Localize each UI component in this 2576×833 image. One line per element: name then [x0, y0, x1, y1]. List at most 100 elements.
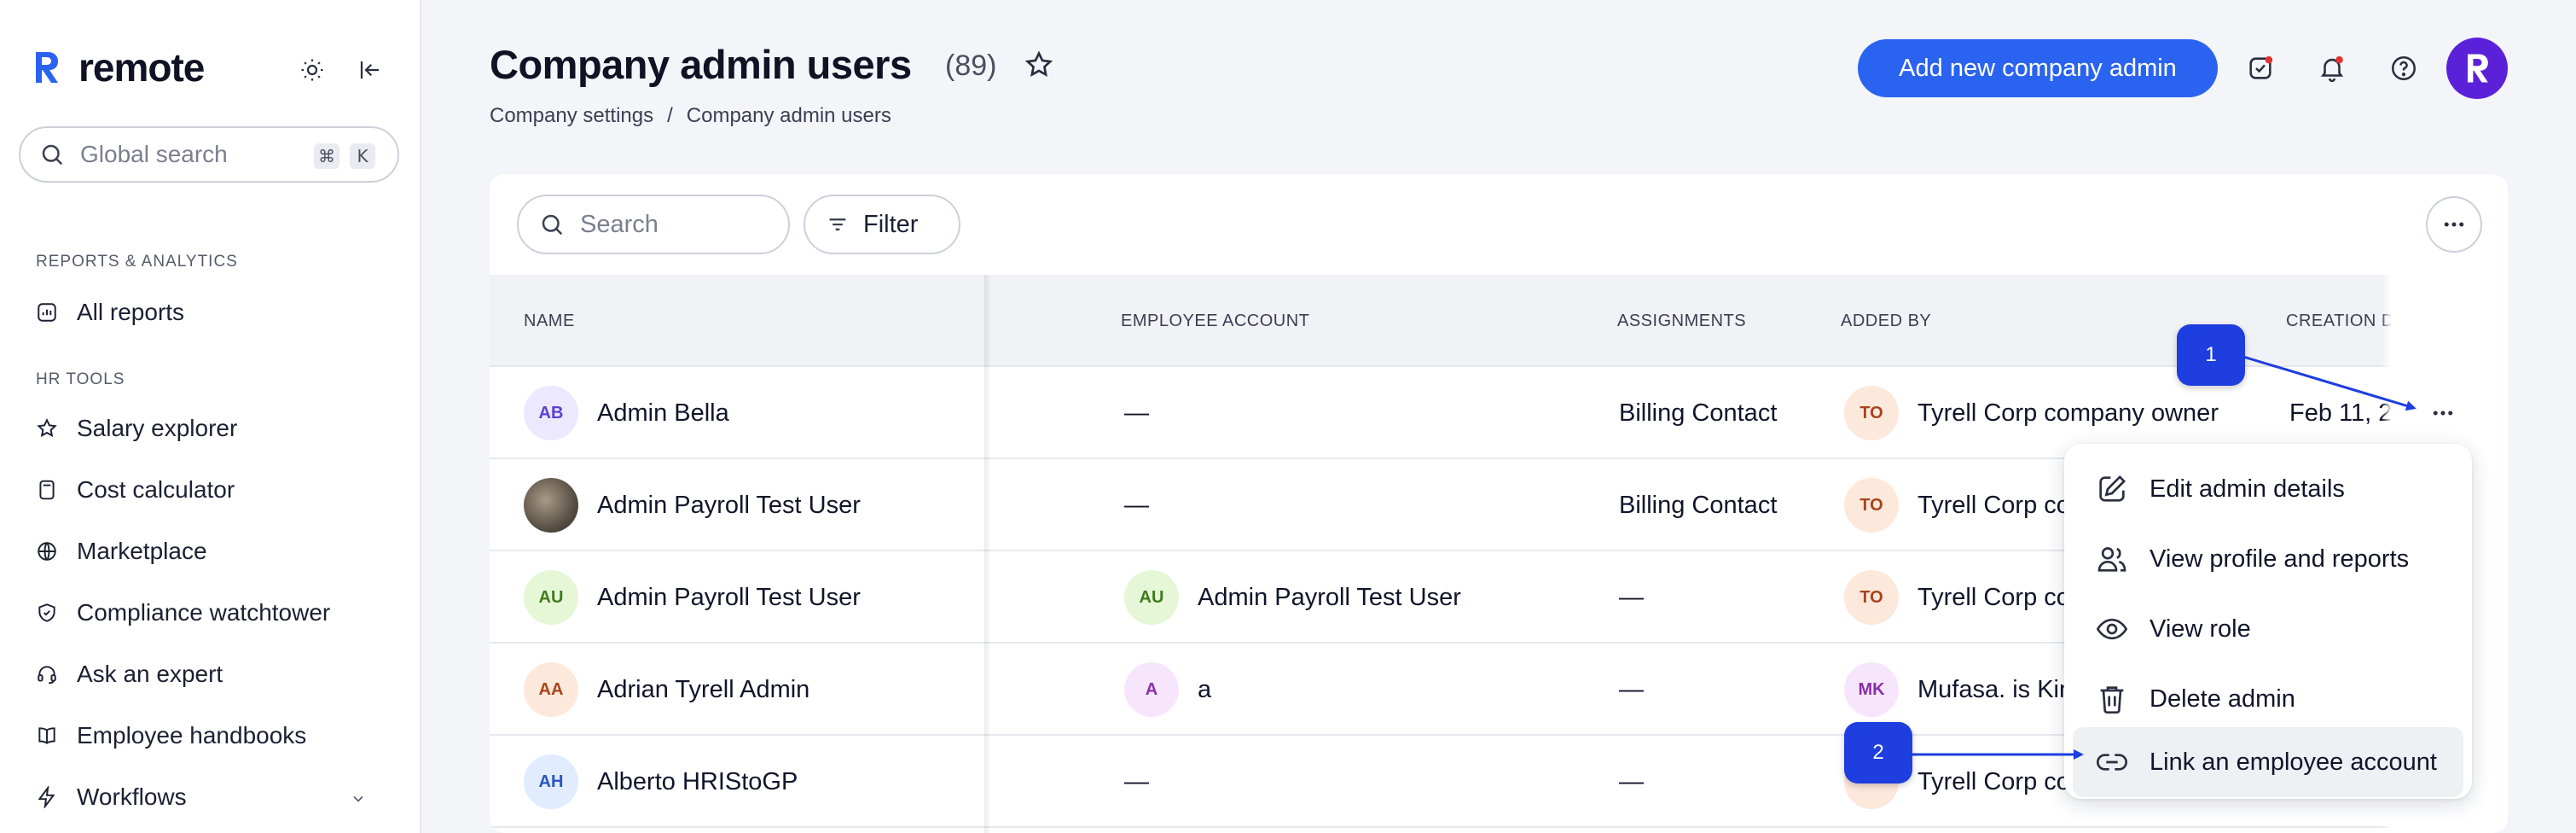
employee-account-name[interactable]: a — [1198, 676, 1211, 704]
table-search-input[interactable]: Search — [517, 195, 790, 254]
sun-icon — [301, 59, 323, 81]
search-icon — [42, 144, 63, 166]
filter-icon — [829, 218, 846, 230]
employee-account-cell: A a — [1124, 644, 1211, 736]
added-by-cell: TO Tyrell Corp co — [1844, 551, 2070, 644]
avatar-photo — [524, 478, 578, 533]
global-search-input[interactable]: Global search ⌘ K — [19, 126, 399, 183]
admin-name[interactable]: Adrian Tyrell Admin — [597, 676, 809, 704]
logo[interactable]: remote — [31, 44, 205, 90]
row-actions-menu: Edit admin details View profile and repo… — [2064, 444, 2472, 799]
employee-account-name[interactable]: Admin Payroll Test User — [1198, 584, 1461, 612]
nav-label: All reports — [77, 299, 185, 325]
employee-account-cell: — — [1124, 491, 1149, 519]
column-header-name[interactable]: NAME — [524, 312, 575, 331]
added-by-name: Tyrell Corp co — [1917, 491, 2070, 519]
nav-label: Workflows — [77, 783, 187, 810]
avatar: TO — [1844, 478, 1899, 533]
remote-logo-icon — [31, 47, 61, 88]
breadcrumb-company-settings[interactable]: Company settings — [490, 104, 653, 128]
calculator-icon — [39, 480, 55, 500]
menu-item-link-employee-account[interactable]: Link an employee account — [2073, 727, 2463, 797]
assignments-cell: Billing Contact — [1619, 491, 1778, 519]
nav-item-workflows[interactable]: Workflows — [36, 777, 394, 818]
tasks-icon — [2249, 55, 2273, 79]
nav-label: Marketplace — [77, 538, 207, 564]
name-cell: AH Alberto HRIStoGP — [524, 736, 798, 828]
reports-icon — [38, 303, 56, 322]
annotation-callout-2: 2 — [1844, 722, 1912, 783]
users-icon — [2097, 547, 2126, 572]
menu-item-view-profile-and-reports[interactable]: View profile and reports — [2073, 524, 2463, 594]
table-search-placeholder: Search — [580, 210, 659, 238]
employee-account-cell: — — [1124, 399, 1149, 427]
menu-item-edit-admin-details[interactable]: Edit admin details — [2073, 454, 2463, 524]
added-by-cell: TO Tyrell Corp co — [1844, 459, 2070, 551]
favorite-button[interactable] — [1024, 50, 1054, 84]
logo-text: remote — [78, 45, 205, 90]
nav-item-salary-explorer[interactable]: Salary explorer — [36, 408, 237, 449]
nav-label: Employee handbooks — [77, 722, 307, 749]
sticky-column-shadow — [984, 275, 991, 833]
avatar: AB — [524, 386, 578, 440]
menu-item-label: Edit admin details — [2150, 475, 2345, 503]
admin-name[interactable]: Admin Payroll Test User — [597, 584, 861, 612]
nav-item-marketplace[interactable]: Marketplace — [36, 531, 207, 572]
lightning-icon — [38, 786, 55, 808]
employee-account-cell: — — [1124, 767, 1149, 795]
bell-icon — [2320, 55, 2344, 83]
column-header-assignments[interactable]: ASSIGNMENTS — [1617, 312, 1746, 331]
eye-icon — [2096, 618, 2128, 640]
menu-item-label: Delete admin — [2150, 684, 2295, 713]
link-icon — [2097, 754, 2127, 771]
assignments-cell: — — [1619, 675, 1644, 703]
avatar: TO — [1844, 386, 1899, 440]
avatar: A — [1124, 662, 1179, 717]
theme-toggle-button[interactable] — [295, 53, 329, 87]
avatar: TO — [1844, 570, 1899, 625]
chevron-down-icon[interactable] — [350, 790, 367, 807]
assignments-cell: Billing Contact — [1619, 399, 1778, 427]
more-horizontal-icon — [2433, 411, 2453, 416]
menu-item-delete-admin[interactable]: Delete admin — [2073, 664, 2463, 734]
nav-item-ask-an-expert[interactable]: Ask an expert — [36, 654, 223, 695]
collapse-sidebar-button[interactable] — [353, 53, 387, 87]
add-company-admin-button[interactable]: Add new company admin — [1858, 39, 2218, 97]
section-label-hr-tools: HR TOOLS — [36, 370, 125, 388]
nav-item-employee-handbooks[interactable]: Employee handbooks — [36, 715, 306, 756]
nav-item-compliance-watchtower[interactable]: Compliance watchtower — [36, 592, 330, 633]
menu-item-label: View profile and reports — [2150, 545, 2410, 573]
admin-name[interactable]: Alberto HRIStoGP — [597, 768, 798, 796]
menu-item-label: View role — [2150, 615, 2251, 643]
avatar: AU — [1124, 570, 1179, 625]
global-search-placeholder: Global search — [80, 141, 228, 167]
kbd-cmd: ⌘ — [314, 143, 339, 169]
breadcrumb: Company settings / Company admin users — [490, 104, 891, 128]
column-header-creation-date[interactable]: CREATION D — [2286, 312, 2394, 331]
notifications-button[interactable] — [2315, 51, 2349, 85]
filter-label: Filter — [863, 210, 919, 238]
menu-item-view-role[interactable]: View role — [2073, 594, 2463, 664]
row-actions-button[interactable] — [2419, 389, 2467, 437]
shield-icon — [38, 603, 55, 622]
user-avatar[interactable] — [2446, 38, 2508, 99]
column-header-added-by[interactable]: ADDED BY — [1841, 312, 1931, 331]
admin-name[interactable]: Admin Payroll Test User — [597, 492, 861, 520]
column-header-employee-account[interactable]: EMPLOYEE ACCOUNT — [1121, 312, 1309, 331]
sidebar: remote Global search ⌘ K REPORTS & ANALY… — [0, 0, 421, 833]
avatar: AU — [524, 570, 578, 625]
added-by-name: Mufasa. is Kin — [1917, 675, 2074, 703]
filter-button[interactable]: Filter — [804, 195, 960, 254]
assignments-cell: — — [1619, 583, 1644, 611]
search-icon — [542, 214, 563, 236]
admin-name[interactable]: Admin Bella — [597, 399, 729, 428]
tasks-button[interactable] — [2243, 51, 2277, 85]
help-button[interactable] — [2387, 51, 2421, 85]
table-more-button[interactable] — [2426, 196, 2482, 253]
globe-icon — [38, 542, 56, 561]
headset-icon — [38, 666, 56, 684]
nav-item-cost-calculator[interactable]: Cost calculator — [36, 469, 235, 510]
added-by-name: Tyrell Corp company owner — [1917, 399, 2219, 427]
nav-item-all-reports[interactable]: All reports — [36, 292, 184, 333]
help-icon — [2391, 55, 2416, 81]
